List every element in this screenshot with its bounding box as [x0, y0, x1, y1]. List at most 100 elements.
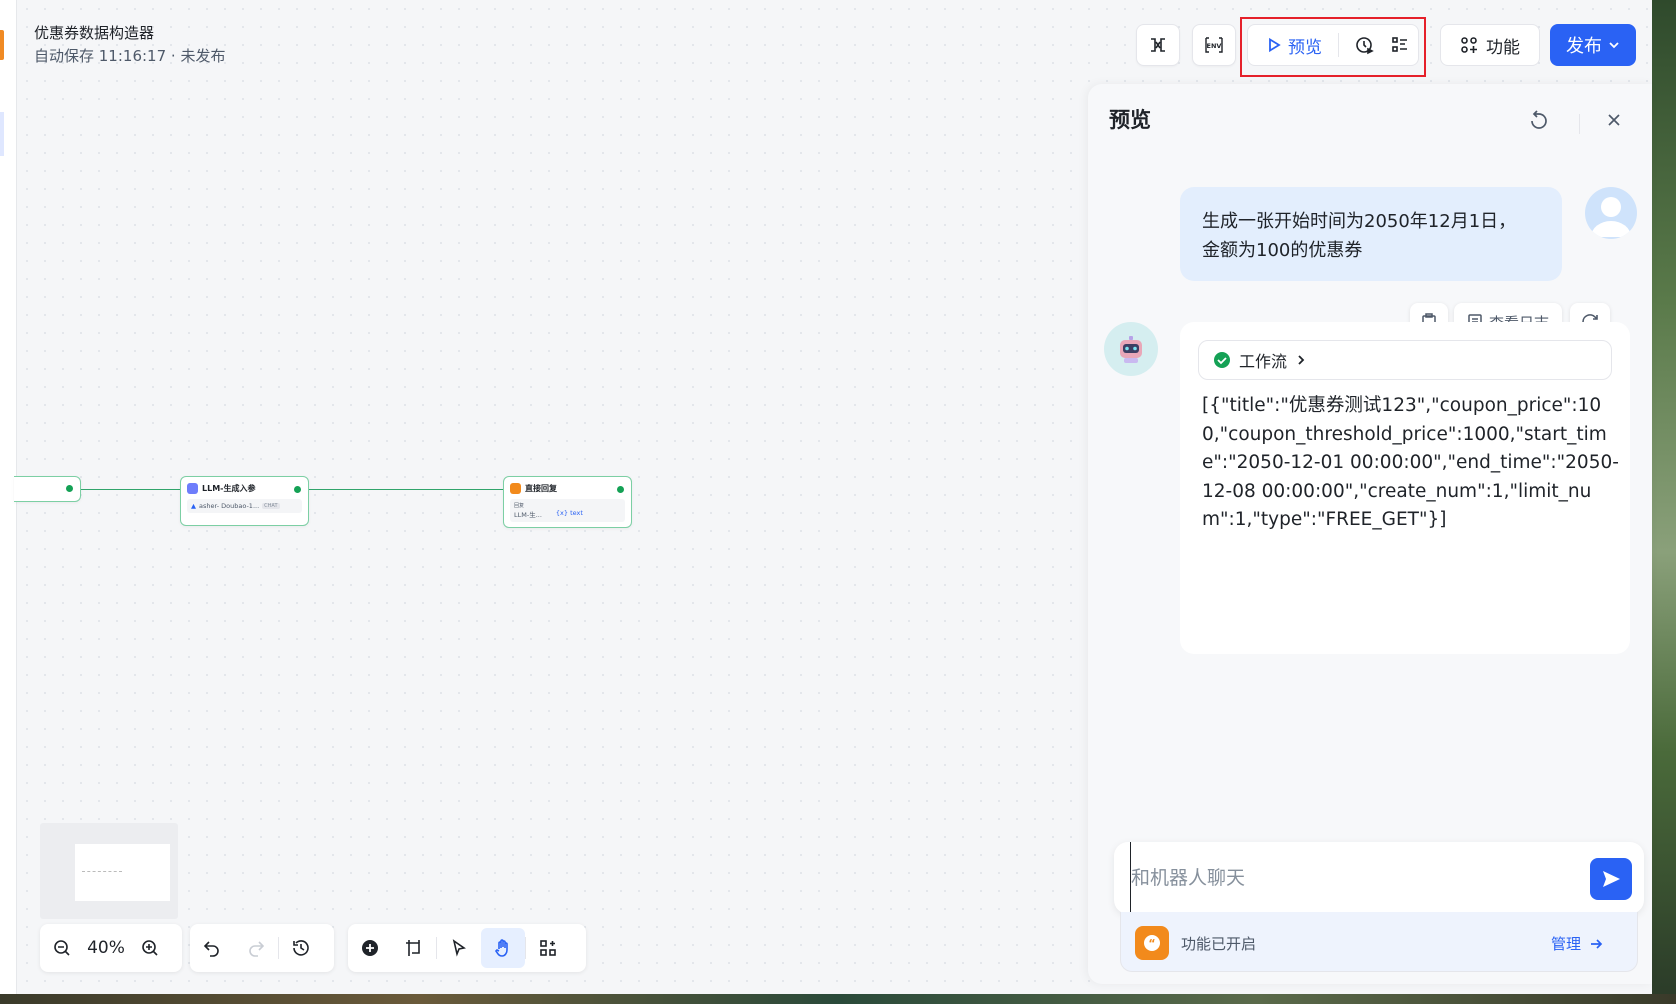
- grid-plus-icon: [1461, 37, 1477, 53]
- svg-text:“: “: [1148, 937, 1155, 950]
- workflow-label: 工作流: [1239, 352, 1288, 371]
- flow-edge: [81, 489, 180, 490]
- sidebar-active-item[interactable]: [0, 112, 4, 156]
- clock-play-icon: [1356, 37, 1374, 55]
- layout-grid-icon: [540, 940, 556, 956]
- feature-status-text: 功能已开启: [1181, 935, 1257, 953]
- output-var: {x} text: [555, 509, 583, 517]
- autosave-status: 自动保存 11:16:17 · 未发布: [34, 47, 226, 65]
- reset-chat-button[interactable]: [1528, 110, 1550, 136]
- history-icon: [293, 940, 309, 956]
- add-node-button[interactable]: [348, 928, 392, 968]
- canvas-tools: [348, 924, 586, 972]
- model-name: asher- Doubao-1...: [199, 502, 260, 510]
- success-dot: [617, 486, 624, 493]
- env-icon: ENV: [1205, 37, 1223, 53]
- chevron-right-icon: [1298, 355, 1305, 365]
- sidebar-accent: [0, 30, 4, 60]
- checklist-icon: [1392, 37, 1408, 52]
- node-title: LLM-生成入参: [202, 484, 256, 493]
- zoom-controls: 40%: [40, 924, 182, 972]
- play-icon: [1269, 37, 1281, 53]
- llm-icon: [187, 483, 198, 494]
- reply-icon: [510, 483, 521, 494]
- quote-icon: “: [1135, 926, 1169, 960]
- node-model: ▲ asher- Doubao-1... CHAT: [187, 499, 302, 513]
- bot-avatar: [1104, 322, 1158, 376]
- preview-button[interactable]: 预览: [1248, 33, 1338, 58]
- function-button[interactable]: 功能: [1440, 24, 1540, 66]
- send-icon: [1603, 871, 1620, 887]
- bot-reply-text: [{"title":"优惠券测试123","coupon_price":100,…: [1202, 395, 1619, 530]
- workflow-status[interactable]: 工作流: [1198, 340, 1612, 380]
- robot-icon: [1120, 336, 1142, 363]
- layout-button[interactable]: [526, 928, 570, 968]
- run-history-button[interactable]: [1347, 35, 1382, 55]
- chat-input[interactable]: 和机器人聊天: [1130, 842, 1245, 914]
- flow-edge: [309, 489, 503, 490]
- publish-button[interactable]: 发布: [1550, 24, 1636, 66]
- add-note-button[interactable]: [392, 928, 436, 968]
- zoom-in-button[interactable]: [128, 928, 172, 968]
- zoom-out-button[interactable]: [40, 928, 84, 968]
- success-dot: [294, 486, 301, 493]
- user-avatar: [1585, 187, 1637, 239]
- variable-x-icon: [1151, 38, 1165, 52]
- test-set-button[interactable]: [1383, 35, 1418, 55]
- feature-status-bar: “ 功能已开启 管理: [1120, 912, 1638, 972]
- hand-icon: [494, 939, 508, 957]
- user-message-line: 金额为100的优惠券: [1202, 240, 1363, 261]
- workflow-editor: 优惠券数据构造器 自动保存 11:16:17 · 未发布 ENV 预览 功能 发…: [0, 0, 1652, 994]
- preview-panel: 预览 生成一张开始时间为2050年12月1日， 金额为100的优惠券 查看日志: [1088, 84, 1652, 984]
- manage-label: 管理: [1550, 935, 1581, 953]
- publish-label: 发布: [1566, 36, 1602, 57]
- chevron-down-icon: [1609, 42, 1619, 49]
- function-label: 功能: [1486, 37, 1520, 58]
- plus-circle-icon: [362, 940, 378, 956]
- close-panel-button[interactable]: [1604, 110, 1624, 134]
- zoom-level: 40%: [87, 938, 125, 958]
- preview-button-group: 预览: [1247, 24, 1419, 66]
- minimap[interactable]: [40, 823, 178, 919]
- undo-button[interactable]: [190, 928, 234, 968]
- hand-tool[interactable]: [481, 928, 525, 968]
- page-title: 优惠券数据构造器: [34, 24, 155, 42]
- env-button[interactable]: ENV: [1192, 24, 1236, 66]
- pointer-tool[interactable]: [437, 928, 481, 968]
- flow-node-start[interactable]: [14, 476, 81, 502]
- desktop-background: [1652, 0, 1676, 1004]
- success-dot: [66, 485, 73, 492]
- node-output: 回复 LLM-生... {x} text: [510, 499, 625, 522]
- preview-label: 预览: [1288, 37, 1322, 58]
- model-icon: ▲: [191, 502, 196, 510]
- chat-input-box[interactable]: 和机器人聊天: [1114, 842, 1644, 914]
- undo-icon: [203, 941, 219, 957]
- panel-title: 预览: [1109, 108, 1151, 132]
- divider: [1338, 33, 1340, 57]
- manage-link[interactable]: 管理: [1551, 933, 1603, 954]
- close-icon: [1608, 114, 1620, 126]
- history-button[interactable]: [279, 928, 323, 968]
- minimap-edge: [82, 871, 122, 872]
- redo-icon: [249, 941, 265, 957]
- zoom-in-icon: [142, 940, 158, 956]
- output-ref: LLM-生...: [514, 511, 542, 519]
- redo-button[interactable]: [234, 928, 278, 968]
- refresh-icon: [1531, 110, 1547, 129]
- svg-text:ENV: ENV: [1207, 42, 1222, 50]
- minimap-viewport: [75, 844, 170, 901]
- divider: [1579, 114, 1580, 134]
- user-avatar-icon: [1591, 197, 1631, 237]
- bot-message: 工作流 [{"title":"优惠券测试123","coupon_price":…: [1180, 322, 1630, 654]
- history-controls: [190, 924, 334, 972]
- variables-button[interactable]: [1136, 24, 1180, 66]
- send-button[interactable]: [1590, 858, 1632, 900]
- desktop-taskbar-edge: [0, 994, 1676, 1004]
- arrow-right-icon: [1591, 938, 1603, 949]
- user-message: 生成一张开始时间为2050年12月1日， 金额为100的优惠券: [1180, 187, 1562, 281]
- flow-node-llm[interactable]: LLM-生成入参 ▲ asher- Doubao-1... CHAT: [180, 476, 309, 526]
- flow-node-reply[interactable]: 直接回复 回复 LLM-生... {x} text: [503, 476, 632, 528]
- node-header: LLM-生成入参: [181, 477, 308, 494]
- output-label: 回复: [514, 503, 525, 509]
- zoom-out-icon: [54, 940, 70, 956]
